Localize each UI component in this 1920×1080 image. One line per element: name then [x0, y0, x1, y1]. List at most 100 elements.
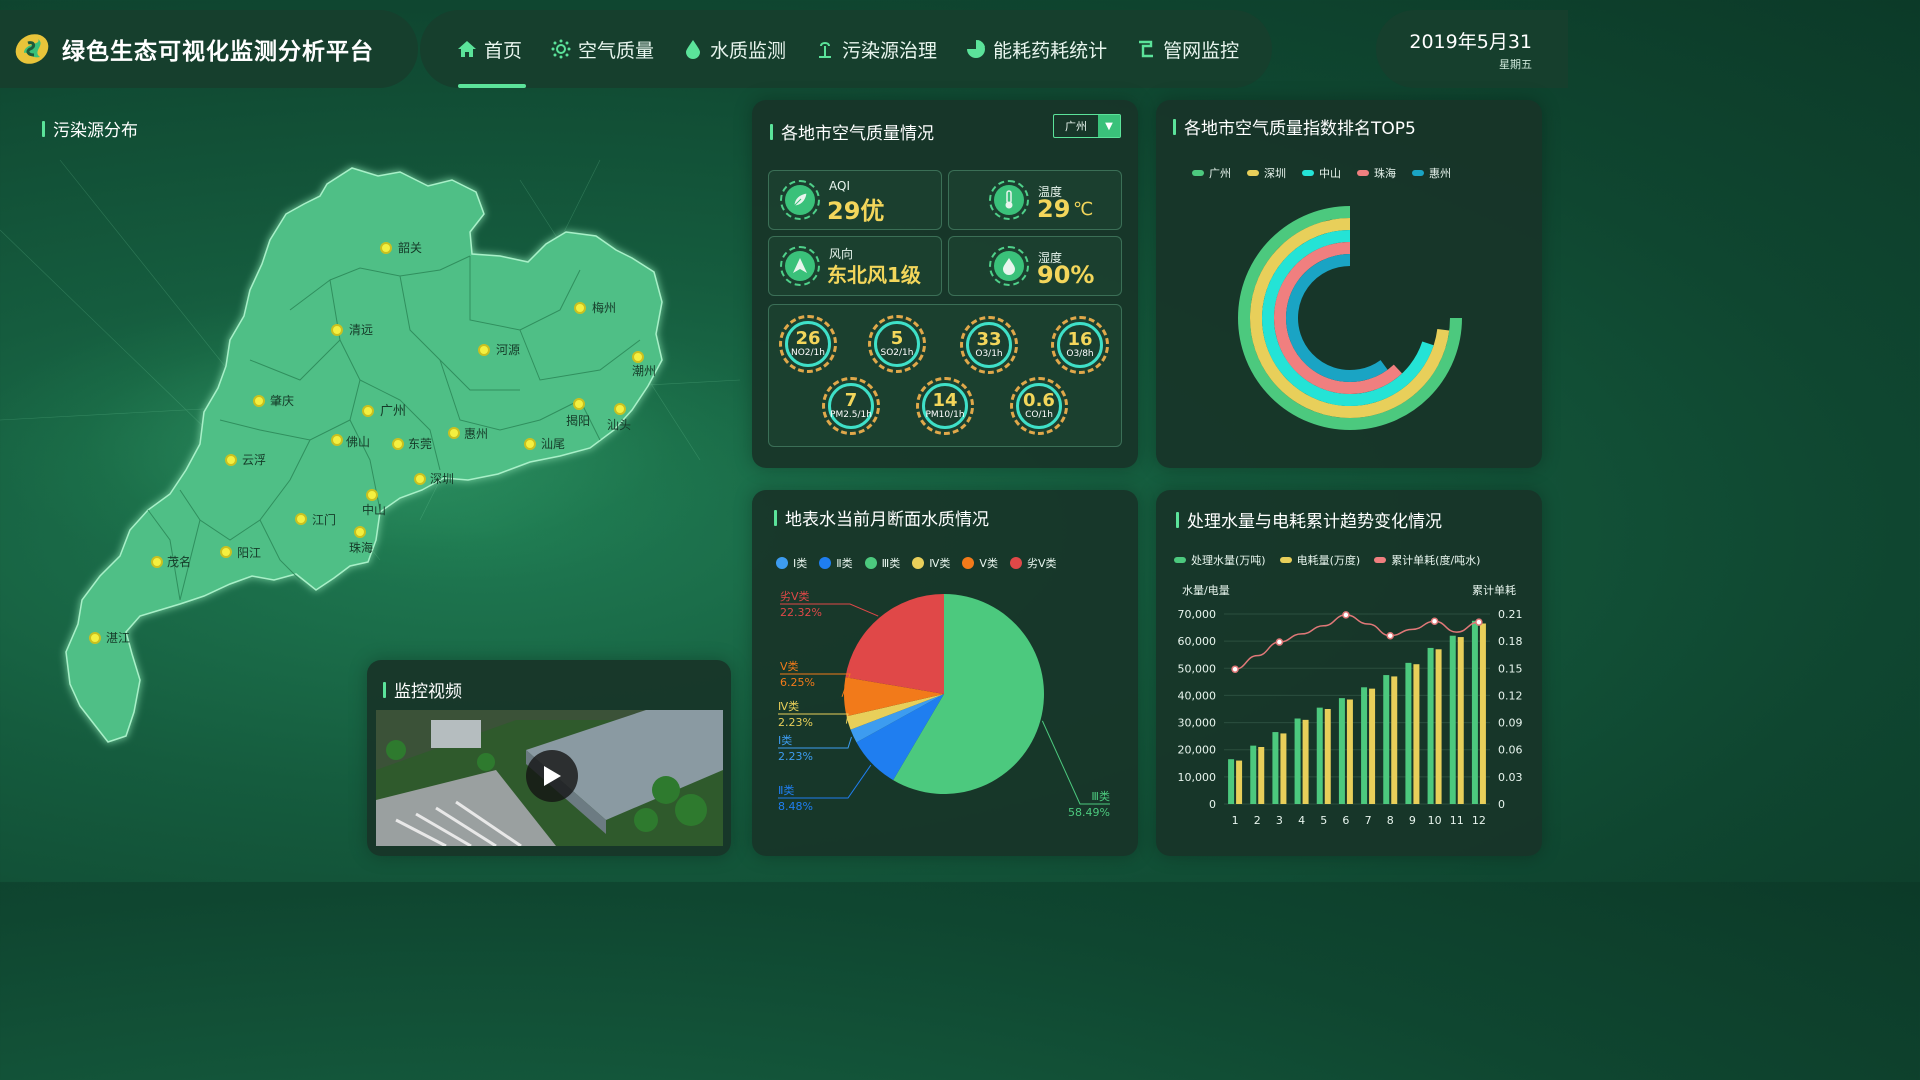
- thermometer-icon: [989, 180, 1029, 220]
- legend-swatch: [864, 557, 877, 569]
- nav-water[interactable]: 水质监测: [682, 10, 786, 88]
- pie-category-label: Ⅳ类: [778, 699, 799, 713]
- pollutant-no2: 26 NO2/1h: [779, 315, 837, 373]
- nav-air-quality[interactable]: 空气质量: [550, 10, 654, 88]
- temperature-card: 温度 29 ℃: [948, 170, 1122, 230]
- bar-power-consumption: [1280, 733, 1287, 804]
- left-tick-label: 20,000: [1178, 744, 1217, 757]
- right-tick-label: 0.21: [1498, 608, 1523, 621]
- trend-legend-item[interactable]: 处理水量(万吨): [1174, 552, 1266, 568]
- nav-energy[interactable]: 能耗药耗统计: [965, 10, 1107, 88]
- play-button[interactable]: [526, 750, 578, 802]
- bar-water-volume: [1250, 745, 1257, 804]
- nav-pollution[interactable]: 污染源治理: [814, 10, 937, 88]
- line-point: [1386, 631, 1394, 640]
- title-accent-bar: [1173, 118, 1176, 135]
- title-accent-bar: [770, 123, 773, 140]
- water-legend-item[interactable]: Ⅴ类: [962, 555, 998, 571]
- bar-water-volume: [1383, 675, 1390, 804]
- nav-home[interactable]: 首页: [456, 10, 527, 88]
- pollutant-value: 16: [1067, 329, 1093, 350]
- city-label-zhongshan: 中山: [362, 502, 386, 517]
- city-label-shaoguan: 韶关: [398, 240, 422, 255]
- nav-home-label: 首页: [484, 39, 523, 62]
- weekday-text: 星期五: [1499, 57, 1532, 71]
- title-accent-bar: [42, 120, 45, 137]
- legend-swatch: [1412, 170, 1424, 176]
- pie-percent-label: 2.23%: [778, 750, 813, 763]
- bar-power-consumption: [1391, 676, 1398, 804]
- wind-value: 东北风1级: [827, 263, 921, 287]
- line-point: [1342, 611, 1350, 619]
- city-label-zhuhai: 珠海: [349, 540, 373, 555]
- right-tick-label: 0.12: [1498, 689, 1523, 702]
- right-tick-label: 0.18: [1498, 635, 1523, 648]
- pollutant-co: 0.6 CO/1h: [1010, 377, 1068, 435]
- city-label-huizhou: 惠州: [464, 427, 488, 441]
- x-tick-label: 10: [1428, 814, 1442, 827]
- home-icon: [458, 41, 476, 57]
- map-title-text: 污染源分布: [53, 121, 138, 141]
- ranking-legend-item[interactable]: 广州: [1192, 165, 1231, 181]
- ranking-legend-item[interactable]: 深圳: [1247, 165, 1286, 181]
- pollutant-so2: 5 SO2/1h: [868, 315, 926, 373]
- city-label-meizhou: 梅州: [592, 300, 616, 315]
- city-select-dropdown[interactable]: 广州 ▼: [1053, 114, 1121, 138]
- pollutant-name: PM2.5/1h: [830, 410, 872, 420]
- pollutant-name: O3/1h: [975, 349, 1003, 359]
- x-tick-label: 1: [1232, 814, 1239, 827]
- city-label-yunfu: 云浮: [242, 453, 266, 467]
- trend-legend-item[interactable]: 累计单耗(度/吨水): [1374, 552, 1480, 568]
- city-select-value: 广州: [1065, 120, 1087, 133]
- ranking-radial-chart: [1238, 206, 1462, 430]
- water-legend-item[interactable]: 劣Ⅴ类: [1009, 555, 1057, 571]
- water-legend-item[interactable]: Ⅱ类: [819, 555, 853, 571]
- legend-swatch: [1374, 557, 1387, 563]
- city-label-heyuan: 河源: [496, 343, 520, 357]
- water-legend-item[interactable]: Ⅲ类: [864, 555, 901, 571]
- water-legend-item[interactable]: Ⅰ类: [776, 555, 807, 571]
- pie-percent-label: 6.25%: [780, 676, 815, 689]
- pie-percent-label: 22.32%: [780, 606, 822, 619]
- pollutant-name: CO/1h: [1025, 410, 1053, 420]
- right-tick-label: 0.15: [1498, 662, 1523, 675]
- x-tick-label: 3: [1276, 814, 1283, 827]
- water-drop-icon: [686, 40, 701, 59]
- city-label-guangzhou: 广州: [380, 404, 406, 419]
- map-section-title: 污染源分布: [42, 116, 138, 141]
- water-legend-item[interactable]: Ⅳ类: [912, 555, 950, 571]
- water-legend: Ⅰ类 Ⅱ类 Ⅲ类 Ⅳ类 Ⅴ类 劣Ⅴ类: [776, 555, 1056, 571]
- ranking-legend-item[interactable]: 珠海: [1357, 165, 1396, 181]
- platform-logo-icon: [15, 34, 49, 64]
- legend-label: Ⅳ类: [929, 557, 951, 570]
- x-tick-label: 2: [1254, 814, 1261, 827]
- ranking-legend-item[interactable]: 惠州: [1412, 165, 1451, 181]
- video-player[interactable]: [376, 710, 723, 846]
- pie-percent-label: 2.23%: [778, 716, 813, 729]
- pie-category-label: Ⅱ类: [778, 783, 794, 797]
- ranking-legend-item[interactable]: 中山: [1302, 165, 1341, 181]
- pipe-icon: [1139, 40, 1154, 58]
- city-label-jiangmen: 江门: [312, 512, 336, 527]
- city-label-qingyuan: 清远: [349, 323, 373, 337]
- nav-pipe[interactable]: 管网监控: [1135, 10, 1239, 88]
- trend-legend-item[interactable]: 电耗量(万度): [1279, 552, 1360, 568]
- right-tick-label: 0.03: [1498, 771, 1523, 784]
- legend-label: Ⅲ类: [881, 557, 901, 570]
- legend-label: 劣Ⅴ类: [1026, 557, 1057, 570]
- x-tick-label: 5: [1320, 814, 1327, 827]
- humidity-value: 90%: [1037, 261, 1095, 289]
- pollutant-value: 7: [844, 390, 858, 411]
- wind-direction-icon: [780, 246, 820, 286]
- legend-swatch: [819, 557, 832, 569]
- ranking-title-text: 各地市空气质量指数排名TOP5: [1184, 119, 1416, 139]
- aqi-value: 29优: [827, 197, 885, 225]
- bar-power-consumption: [1258, 747, 1265, 804]
- x-tick-label: 8: [1387, 814, 1394, 827]
- ranking-arc-惠州: [1286, 254, 1388, 382]
- left-tick-label: 0: [1209, 798, 1216, 811]
- air-section-title: 各地市空气质量情况: [770, 119, 934, 144]
- pollutant-name: NO2/1h: [790, 348, 825, 358]
- legend-label: 深圳: [1264, 167, 1286, 180]
- bar-water-volume: [1405, 662, 1412, 804]
